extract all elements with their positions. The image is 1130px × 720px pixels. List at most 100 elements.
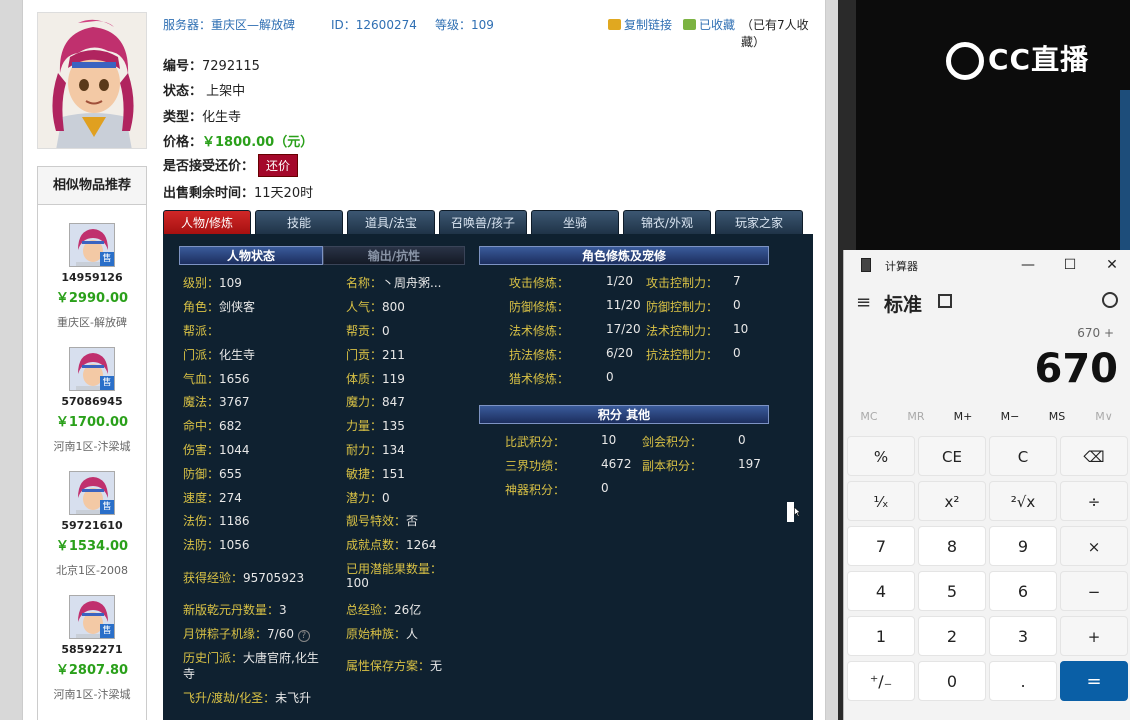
- counter-offer-row: 是否接受还价： 还价: [163, 154, 299, 177]
- stat-endurance: 耐力：134: [346, 443, 405, 457]
- stat-strength: 力量：135: [346, 419, 405, 433]
- similar-items-panel: 相似物品推荐 售 14959126 ￥2990.00 重庆区-解放碑 售 570…: [37, 166, 147, 720]
- stat-hit: 命中：682: [183, 419, 242, 433]
- add-key[interactable]: +: [1060, 616, 1128, 656]
- stat-role: 角色：剑侠客: [183, 300, 256, 314]
- help-icon[interactable]: ?: [297, 630, 310, 642]
- sale-badge: 售: [100, 376, 114, 390]
- copy-link-button[interactable]: 复制链接: [608, 16, 672, 33]
- stat-save-scheme: 属性保存方案：无: [346, 659, 443, 673]
- cult-defense-value: 11/20: [606, 298, 641, 312]
- output-resist-header[interactable]: 输出/抗性: [323, 246, 465, 265]
- similar-item[interactable]: 售 58592271 ￥2807.80 河南1区-汴梁城: [38, 595, 146, 702]
- memory-store-button[interactable]: MS: [1034, 410, 1080, 423]
- stat-achievement: 成就点数：1264: [346, 538, 437, 552]
- points-artifact-value: 0: [601, 481, 609, 495]
- tab-player-home[interactable]: 玩家之家: [715, 210, 803, 234]
- digit-8-key[interactable]: 8: [918, 526, 986, 566]
- memory-clear-button[interactable]: MC: [846, 410, 892, 423]
- mouse-cursor-icon: [787, 502, 801, 522]
- memory-add-button[interactable]: M+: [940, 410, 986, 423]
- similar-item-thumbnail[interactable]: 售: [69, 223, 115, 267]
- digit-7-key[interactable]: 7: [847, 526, 915, 566]
- digit-5-key[interactable]: 5: [918, 571, 986, 611]
- similar-item-server: 重庆区-解放碑: [57, 316, 127, 329]
- memory-subtract-button[interactable]: M−: [987, 410, 1033, 423]
- tab-mounts[interactable]: 坐骑: [531, 210, 619, 234]
- digit-6-key[interactable]: 6: [989, 571, 1057, 611]
- counter-offer-button[interactable]: 还价: [258, 154, 299, 177]
- similar-item-server: 河南1区-汴梁城: [53, 440, 131, 453]
- memory-list-button[interactable]: M∨: [1081, 410, 1127, 423]
- maximize-button[interactable]: ☐: [1056, 254, 1084, 276]
- digit-2-key[interactable]: 2: [918, 616, 986, 656]
- menu-icon[interactable]: ≡: [856, 292, 871, 313]
- similar-item-id: 58592271: [61, 643, 123, 656]
- stat-potential: 潜力：0: [346, 491, 390, 505]
- tab-outfits[interactable]: 锦衣/外观: [623, 210, 711, 234]
- stat-magic-power: 魔力：847: [346, 395, 405, 409]
- copy-link-icon: [608, 19, 621, 30]
- memory-recall-button[interactable]: MR: [893, 410, 939, 423]
- points-header: 积分 其他: [479, 405, 769, 424]
- divide-key[interactable]: ÷: [1060, 481, 1128, 521]
- sale-badge: 售: [100, 252, 114, 266]
- stat-guild-contribution: 帮贡：0: [346, 324, 390, 338]
- keep-on-top-icon[interactable]: [938, 294, 952, 308]
- similar-item[interactable]: 售 14959126 ￥2990.00 重庆区-解放碑: [38, 223, 146, 330]
- points-pvp: 比武积分：: [505, 435, 566, 449]
- price-row: 价格：￥1800.00（元）: [163, 135, 314, 150]
- multiply-key[interactable]: ×: [1060, 526, 1128, 566]
- stat-magic-damage: 法伤：1186: [183, 514, 250, 528]
- close-button[interactable]: ✕: [1098, 254, 1126, 276]
- digit-3-key[interactable]: 3: [989, 616, 1057, 656]
- cult-attack-value: 1/20: [606, 274, 633, 288]
- square-key[interactable]: x²: [918, 481, 986, 521]
- similar-item[interactable]: 售 59721610 ￥1534.00 北京1区-2008: [38, 471, 146, 578]
- ctrl-attack: 攻击控制力：: [646, 276, 719, 290]
- digit-0-key[interactable]: 0: [918, 661, 986, 701]
- stat-guild: 帮派：: [183, 324, 220, 338]
- tab-skills[interactable]: 技能: [255, 210, 343, 234]
- similar-item-thumbnail[interactable]: 售: [69, 347, 115, 391]
- stat-constitution: 体质：119: [346, 372, 405, 386]
- similar-item-thumbnail[interactable]: 售: [69, 471, 115, 515]
- negate-key[interactable]: ⁺∕₋: [847, 661, 915, 701]
- points-sword: 剑会积分：: [642, 435, 703, 449]
- stat-speed: 速度：274: [183, 491, 242, 505]
- calculator-titlebar[interactable]: 计算器 — ☐ ✕: [844, 250, 1130, 280]
- level-info: 等级：109: [435, 18, 494, 32]
- sqrt-key[interactable]: ²√x: [989, 481, 1057, 521]
- calculator-window: 计算器 — ☐ ✕ ≡ 标准 670 + 670 MC MR M+ M− MS …: [843, 250, 1130, 720]
- similar-item-price: ￥1534.00: [55, 539, 129, 554]
- clear-entry-key[interactable]: CE: [918, 436, 986, 476]
- status-header[interactable]: 人物状态: [179, 246, 323, 265]
- tab-pets[interactable]: 召唤兽/孩子: [439, 210, 527, 234]
- digit-4-key[interactable]: 4: [847, 571, 915, 611]
- percent-key[interactable]: %: [847, 436, 915, 476]
- cult-resist-value: 6/20: [606, 346, 633, 360]
- stat-hp: 气血：1656: [183, 372, 250, 386]
- clear-key[interactable]: C: [989, 436, 1057, 476]
- history-icon[interactable]: [1102, 292, 1118, 308]
- cult-magic-value: 17/20: [606, 322, 641, 336]
- character-panel: 人物状态 输出/抗性 角色修炼及宠修 积分 其他 级别：109 角色：剑侠客 帮…: [163, 234, 813, 720]
- backspace-key[interactable]: ⌫: [1060, 436, 1128, 476]
- subtract-key[interactable]: −: [1060, 571, 1128, 611]
- decimal-key[interactable]: .: [989, 661, 1057, 701]
- similar-item[interactable]: 售 57086945 ￥1700.00 河南1区-汴梁城: [38, 347, 146, 454]
- stat-damage: 伤害：1044: [183, 443, 250, 457]
- minimize-button[interactable]: —: [1014, 254, 1042, 276]
- favorite-button[interactable]: 已收藏: [683, 16, 735, 33]
- tab-items[interactable]: 道具/法宝: [347, 210, 435, 234]
- similar-item-thumbnail[interactable]: 售: [69, 595, 115, 639]
- calculator-app-icon: [861, 258, 871, 272]
- ctrl-magic-value: 10: [733, 322, 749, 336]
- product-page: 相似物品推荐 售 14959126 ￥2990.00 重庆区-解放碑 售 570…: [22, 0, 826, 720]
- reciprocal-key[interactable]: ¹⁄ₓ: [847, 481, 915, 521]
- digit-9-key[interactable]: 9: [989, 526, 1057, 566]
- equals-key[interactable]: =: [1060, 661, 1128, 701]
- tab-character[interactable]: 人物/修炼: [163, 210, 251, 234]
- stat-ascend: 飞升/渡劫/化圣：未飞升: [183, 691, 312, 705]
- digit-1-key[interactable]: 1: [847, 616, 915, 656]
